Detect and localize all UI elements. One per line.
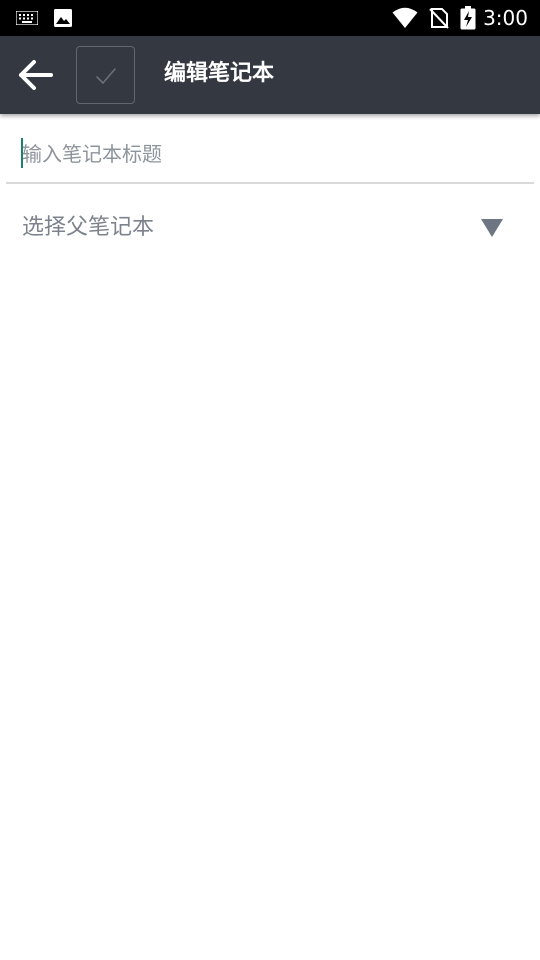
parent-notebook-label: 选择父笔记本: [22, 215, 155, 240]
toolbar: 编辑笔记本: [0, 36, 540, 114]
notebook-title-input[interactable]: [22, 134, 522, 174]
battery-charging-icon: [460, 6, 476, 30]
status-bar: 3:00: [0, 0, 540, 36]
text-cursor: [21, 138, 23, 168]
edit-notebook-screen: 3:00 编辑笔记本 选择父笔记本: [0, 0, 540, 960]
back-button[interactable]: [14, 55, 58, 95]
arrow-left-icon: [19, 60, 53, 90]
confirm-button[interactable]: [76, 46, 135, 104]
check-icon: [96, 68, 116, 84]
notebook-title-field: [6, 132, 534, 184]
image-icon: [54, 9, 72, 27]
status-time: 3:00: [483, 6, 528, 30]
wifi-icon: [392, 7, 418, 28]
keyboard-icon: [16, 11, 38, 25]
parent-notebook-select[interactable]: 选择父笔记本: [6, 206, 534, 252]
triangle-down-icon: [481, 219, 503, 237]
page-title: 编辑笔记本: [164, 61, 275, 86]
no-sim-signal-icon: [429, 8, 449, 29]
